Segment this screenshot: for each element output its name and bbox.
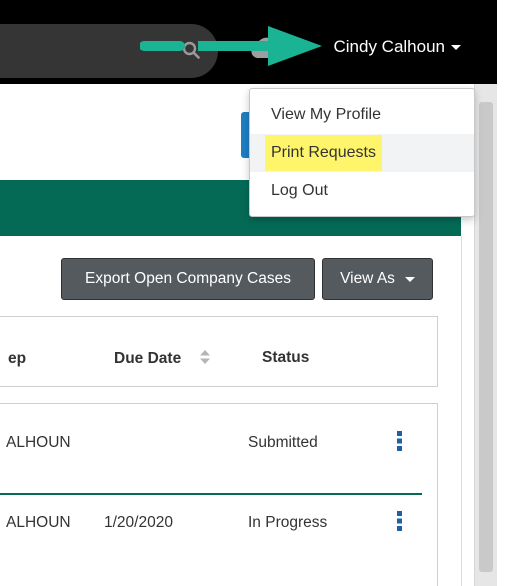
chevron-down-icon [451, 44, 461, 50]
table-cell-status: Submitted [248, 434, 318, 451]
menu-item-label: Log Out [271, 182, 328, 199]
menu-item-print-requests[interactable]: Print Requests [250, 134, 474, 172]
menu-item-label: Print Requests [265, 135, 382, 171]
column-header-status[interactable]: Status [262, 349, 309, 367]
row-actions-kebab-icon[interactable] [397, 511, 402, 531]
view-as-dropdown-button[interactable]: View As [322, 258, 433, 300]
scrollbar-thumb[interactable] [479, 102, 493, 572]
column-header-due-date[interactable]: Due Date [114, 350, 181, 368]
cases-table-header: ep Due Date Status [0, 316, 438, 387]
row-actions-kebab-icon[interactable] [397, 431, 402, 451]
content-border [461, 236, 462, 586]
user-dropdown-menu: View My Profile Print Requests Log Out [249, 88, 475, 217]
export-button-label: Export Open Company Cases [85, 270, 291, 287]
chevron-down-icon [404, 276, 415, 282]
table-cell-status: In Progress [248, 514, 328, 531]
menu-item-log-out[interactable]: Log Out [250, 172, 474, 210]
table-cell-name: ALHOUN [6, 514, 71, 531]
view-as-label: View As [340, 270, 395, 287]
user-menu-toggle[interactable]: Cindy Calhoun [333, 32, 461, 62]
export-open-company-cases-button[interactable]: Export Open Company Cases [61, 258, 315, 300]
menu-item-label: View My Profile [271, 106, 381, 123]
column-header-step[interactable]: ep [8, 350, 26, 368]
menu-item-view-my-profile[interactable]: View My Profile [250, 96, 474, 134]
sort-icon[interactable] [200, 350, 210, 364]
row-divider [0, 493, 422, 495]
table-cell-name: ALHOUN [6, 434, 71, 451]
page-scrollbar[interactable] [474, 84, 497, 586]
table-cell-due-date: 1/20/2020 [104, 514, 173, 531]
annotation-arrow-icon [140, 26, 322, 66]
user-name: Cindy Calhoun [333, 37, 445, 56]
